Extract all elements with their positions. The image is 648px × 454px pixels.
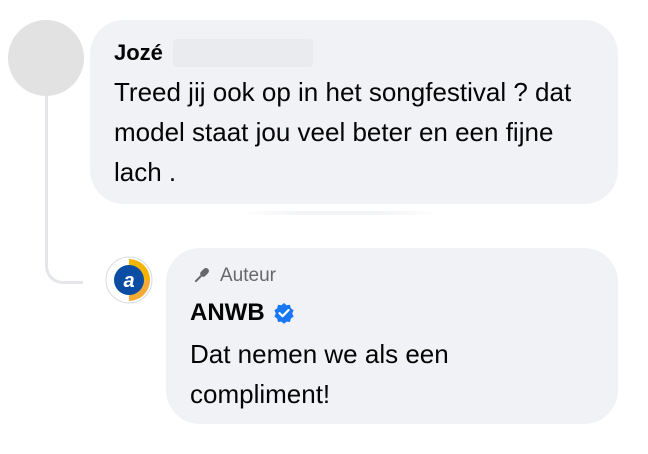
comment-thread: Jozé Treed jij ook op in het songfestiva…	[0, 0, 648, 454]
reply-bubble: Auteur ANWB Dat nemen we als een complim…	[166, 248, 618, 424]
author-badge: Auteur	[190, 262, 594, 290]
svg-text:a: a	[123, 270, 134, 292]
divider	[240, 211, 440, 215]
comment-author-row: Jozé	[114, 38, 594, 68]
comment-bubble: Jozé Treed jij ook op in het songfestiva…	[90, 20, 618, 204]
reply-author-row: ANWB	[190, 298, 594, 328]
verified-badge-icon	[273, 302, 295, 324]
thread-connector-line	[45, 88, 83, 284]
author-badge-label: Auteur	[220, 265, 276, 286]
anwb-logo-icon: a	[105, 256, 153, 304]
reply-text: Dat nemen we als een compliment!	[190, 339, 449, 409]
comment-author-name[interactable]: Jozé	[114, 40, 163, 66]
avatar[interactable]	[8, 20, 84, 96]
comment-text: Treed jij ook op in het songfestival ? d…	[114, 77, 572, 187]
anwb-avatar[interactable]: a	[104, 255, 154, 305]
microphone-icon	[190, 265, 212, 287]
redacted-surname	[172, 39, 313, 67]
reply-author-name[interactable]: ANWB	[190, 299, 265, 327]
